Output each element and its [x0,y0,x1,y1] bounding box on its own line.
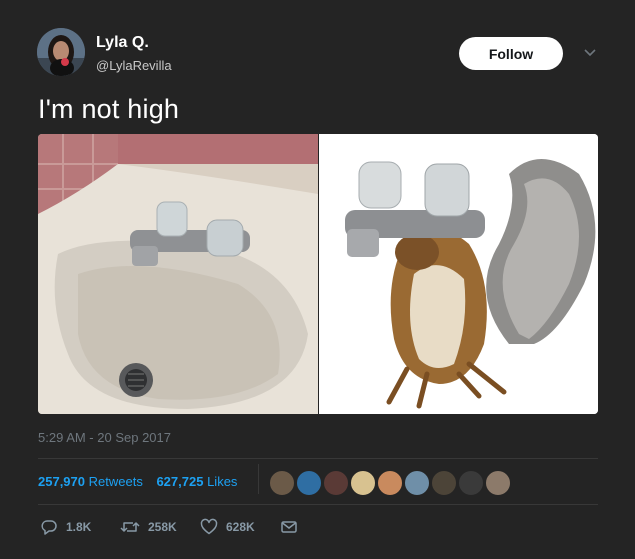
reply-count: 1.8K [66,520,92,534]
squirrel-faucet-image[interactable] [319,134,598,414]
liker-avatar[interactable] [377,470,403,496]
direct-message-button[interactable] [280,518,306,536]
follow-button[interactable]: Follow [459,37,563,70]
engagement-stats: 257,970 Retweets 627,725 Likes [38,474,247,489]
divider-top [38,458,598,459]
divider-bottom [38,504,598,505]
reply-button[interactable]: 1.8K [40,518,91,536]
caret-down-icon[interactable] [582,44,598,60]
tweet-text: I'm not high [38,94,180,124]
liker-avatar[interactable] [269,470,295,496]
avatar[interactable] [37,28,85,76]
envelope-icon [281,521,297,533]
tweet-timestamp[interactable]: 5:29 AM - 20 Sep 2017 [38,430,171,445]
retweet-count: 258K [148,520,177,534]
retweets-label: Retweets [88,474,143,489]
likes-label: Likes [207,474,238,489]
like-count: 628K [226,520,255,534]
retweet-icon [120,522,140,532]
display-name[interactable]: Lyla Q. [96,34,149,52]
retweets-stat[interactable]: 257,970 Retweets [38,474,143,489]
retweet-button[interactable]: 258K [120,518,177,536]
reply-icon [41,520,57,535]
likes-count: 627,725 [156,474,204,489]
like-button[interactable]: 628K [200,518,255,536]
user-handle[interactable]: @LylaRevilla [96,58,172,73]
liker-avatar[interactable] [485,470,511,496]
liker-avatar[interactable] [404,470,430,496]
liker-avatar[interactable] [431,470,457,496]
liker-avatar[interactable] [458,470,484,496]
tweet-card: Lyla Q. @LylaRevilla Follow I'm not high [0,0,635,559]
retweets-count: 257,970 [38,474,85,489]
tweet-media[interactable] [38,134,598,414]
liker-avatar[interactable] [296,470,322,496]
heart-icon [200,518,218,535]
likes-stat[interactable]: 627,725 Likes [156,474,237,489]
liker-avatar[interactable] [323,470,349,496]
sink-faucet-photo[interactable] [38,134,318,414]
liker-avatar[interactable] [350,470,376,496]
stats-separator [258,464,259,494]
